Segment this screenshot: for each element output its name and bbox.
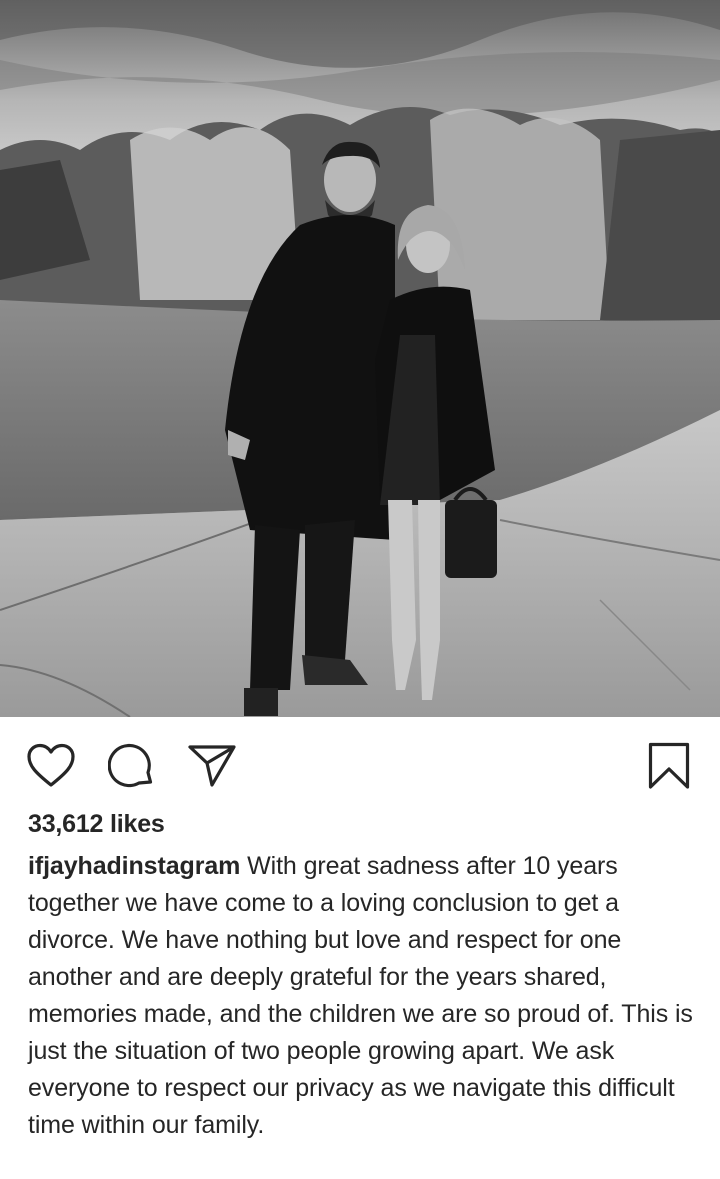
comment-bubble-icon xyxy=(108,743,153,788)
like-button[interactable] xyxy=(24,739,78,793)
comment-button[interactable] xyxy=(105,739,159,793)
post-photo-image xyxy=(0,0,720,717)
caption-username[interactable]: ifjayhadinstagram xyxy=(28,852,240,880)
caption-text: With great sadness after 10 years togeth… xyxy=(28,852,693,1139)
bookmark-icon xyxy=(648,742,690,789)
heart-icon xyxy=(27,743,75,787)
paper-plane-icon xyxy=(188,745,236,787)
post-action-bar xyxy=(0,717,720,809)
post-caption: ifjayhadinstagram With great sadness aft… xyxy=(28,848,698,1144)
save-button[interactable] xyxy=(642,739,696,793)
share-button[interactable] xyxy=(185,739,239,793)
likes-count[interactable]: 33,612 likes xyxy=(28,810,165,839)
post-photo[interactable] xyxy=(0,0,720,717)
